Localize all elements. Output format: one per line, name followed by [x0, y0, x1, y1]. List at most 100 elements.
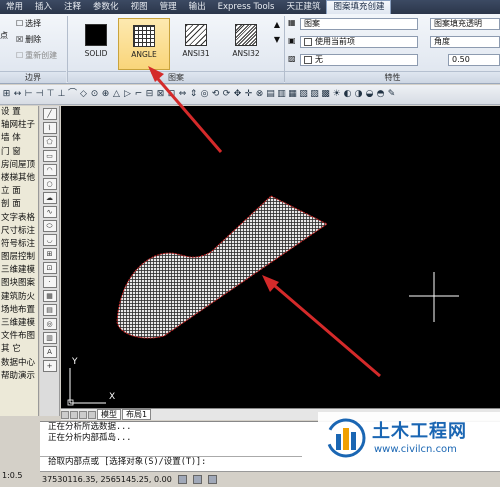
tool-icon[interactable]: ↔ — [13, 89, 22, 100]
tool-icon[interactable]: ⊠ — [156, 89, 165, 100]
sidebar-item[interactable]: 尺寸标注 — [0, 225, 38, 238]
annotation-scale[interactable]: 1:0.5 — [0, 466, 40, 486]
polyline-icon[interactable]: ⌇ — [42, 122, 57, 134]
sidebar-item[interactable]: 数据中心 — [0, 357, 38, 370]
ellipse-icon[interactable]: ⬭ — [42, 220, 57, 232]
sidebar-item[interactable]: 门 窗 — [0, 146, 38, 159]
sidebar-item[interactable]: 三维建模 — [0, 264, 38, 277]
tool-icon[interactable]: ⇔ — [178, 89, 187, 100]
command-input[interactable]: 拾取内部点或 [选择对象(S)/设置(T)]: — [40, 456, 302, 469]
polygon-icon[interactable]: ⬠ — [42, 136, 57, 148]
tool-icon[interactable]: ✎ — [387, 89, 396, 100]
tool-icon[interactable]: ⇕ — [189, 89, 198, 100]
tool-icon[interactable]: ⊤ — [46, 89, 55, 100]
tab-first-icon[interactable] — [61, 410, 69, 419]
remove-boundary-button[interactable]: ☒ 删除 — [16, 34, 41, 45]
menu-hatch-create[interactable]: 图案填充创建 — [326, 0, 392, 14]
line-icon[interactable]: ╱ — [42, 108, 57, 120]
block-icon[interactable]: ⊞ — [42, 248, 57, 260]
tool-icon[interactable]: ◐ — [343, 89, 352, 100]
tool-icon[interactable]: ◇ — [79, 89, 88, 100]
sidebar-item[interactable]: 文件布图 — [0, 330, 38, 343]
sidebar-item[interactable]: 房间屋顶 — [0, 159, 38, 172]
tool-icon[interactable]: ✥ — [233, 89, 242, 100]
add-icon[interactable]: + — [42, 360, 57, 372]
tab-layout1[interactable]: 布局1 — [122, 409, 152, 420]
spline-icon[interactable]: ∿ — [42, 206, 57, 218]
tool-icon[interactable]: ⊡ — [167, 89, 176, 100]
tool-icon[interactable]: ▥ — [277, 89, 286, 100]
revcloud-icon[interactable]: ☁ — [42, 192, 57, 204]
tool-icon[interactable]: ◒ — [365, 89, 374, 100]
tool-icon[interactable]: ⊙ — [90, 89, 99, 100]
sidebar-item[interactable]: 文字表格 — [0, 212, 38, 225]
tool-icon[interactable]: ✛ — [244, 89, 253, 100]
ortho-toggle-icon[interactable] — [207, 474, 217, 484]
text-icon[interactable]: A — [42, 346, 57, 358]
menu-manage[interactable]: 管理 — [154, 0, 183, 14]
tool-icon[interactable]: ⌒ — [68, 89, 77, 100]
gallery-scroll[interactable]: ▲ ▼ — [272, 20, 282, 44]
hatch-icon[interactable]: ▦ — [42, 290, 57, 302]
tab-next-icon[interactable] — [79, 410, 87, 419]
menu-express-tools[interactable]: Express Tools — [212, 0, 281, 14]
drawing-canvas[interactable]: Y X — [61, 106, 500, 409]
menu-tangent-arch[interactable]: 天正建筑 — [280, 0, 326, 14]
make-block-icon[interactable]: ⊡ — [42, 262, 57, 274]
sidebar-item[interactable]: 剖 面 — [0, 198, 38, 211]
tool-icon[interactable]: ☀ — [332, 89, 341, 100]
tool-icon[interactable]: ⊣ — [35, 89, 44, 100]
sidebar-item[interactable]: 其 它 — [0, 343, 38, 356]
menu-home[interactable]: 常用 — [0, 0, 29, 14]
tool-icon[interactable]: ▷ — [123, 89, 132, 100]
tab-prev-icon[interactable] — [70, 410, 78, 419]
point-icon[interactable]: · — [42, 276, 57, 288]
tool-icon[interactable]: ◎ — [200, 89, 209, 100]
grid-toggle-icon[interactable] — [192, 474, 202, 484]
tool-icon[interactable]: ▩ — [321, 89, 330, 100]
tool-icon[interactable]: ⊢ — [24, 89, 33, 100]
tool-icon[interactable]: ◓ — [376, 89, 385, 100]
scale-field[interactable]: 0.50 — [448, 54, 500, 66]
sidebar-item[interactable]: 立 面 — [0, 185, 38, 198]
sidebar-item[interactable]: 帮助演示 — [0, 370, 38, 383]
pattern-ansi32[interactable]: ANSI32 — [220, 18, 272, 70]
hatch-type-select[interactable]: 图案 — [300, 18, 418, 30]
circle-icon[interactable]: ○ — [42, 178, 57, 190]
sidebar-item[interactable]: 设 置 — [0, 106, 38, 119]
sidebar-item[interactable]: 轴网柱子 — [0, 119, 38, 132]
pattern-angle[interactable]: ANGLE — [118, 18, 170, 70]
select-boundary-button[interactable]: ☐ 选择 — [16, 18, 41, 29]
arc-icon[interactable]: ◠ — [42, 164, 57, 176]
tool-icon[interactable]: △ — [112, 89, 121, 100]
table-icon[interactable]: ▥ — [42, 332, 57, 344]
menu-annotate[interactable]: 注释 — [58, 0, 87, 14]
sidebar-item[interactable]: 图块图案 — [0, 277, 38, 290]
tool-icon[interactable]: ⌐ — [134, 89, 143, 100]
menu-insert[interactable]: 插入 — [29, 0, 58, 14]
tool-icon[interactable]: ◑ — [354, 89, 363, 100]
menu-view[interactable]: 视图 — [125, 0, 154, 14]
ellipse-arc-icon[interactable]: ◡ — [42, 234, 57, 246]
sidebar-item[interactable]: 符号标注 — [0, 238, 38, 251]
menu-output[interactable]: 输出 — [183, 0, 212, 14]
sidebar-item[interactable]: 图层控制 — [0, 251, 38, 264]
tool-icon[interactable]: ▦ — [288, 89, 297, 100]
tool-icon[interactable]: ⊥ — [57, 89, 66, 100]
transparency-select[interactable]: 图案填充透明 — [430, 18, 500, 30]
tool-icon[interactable]: ▧ — [299, 89, 308, 100]
menu-parametric[interactable]: 参数化 — [87, 0, 125, 14]
tool-icon[interactable]: ▨ — [310, 89, 319, 100]
tool-icon[interactable]: ⊟ — [145, 89, 154, 100]
tool-icon[interactable]: ⊗ — [255, 89, 264, 100]
snap-toggle-icon[interactable] — [177, 474, 187, 484]
pattern-solid[interactable]: SOLID — [70, 18, 122, 70]
hatched-region[interactable] — [116, 195, 328, 339]
hatch-color-select[interactable]: 使用当前项 — [300, 36, 418, 48]
hatch-bg-select[interactable]: 无 — [300, 54, 418, 66]
tool-icon[interactable]: ⟳ — [222, 89, 231, 100]
sidebar-item[interactable]: 墙 体 — [0, 132, 38, 145]
tool-icon[interactable]: ⊕ — [101, 89, 110, 100]
tab-model[interactable]: 模型 — [97, 409, 121, 420]
angle-field[interactable]: 角度 — [430, 36, 500, 48]
